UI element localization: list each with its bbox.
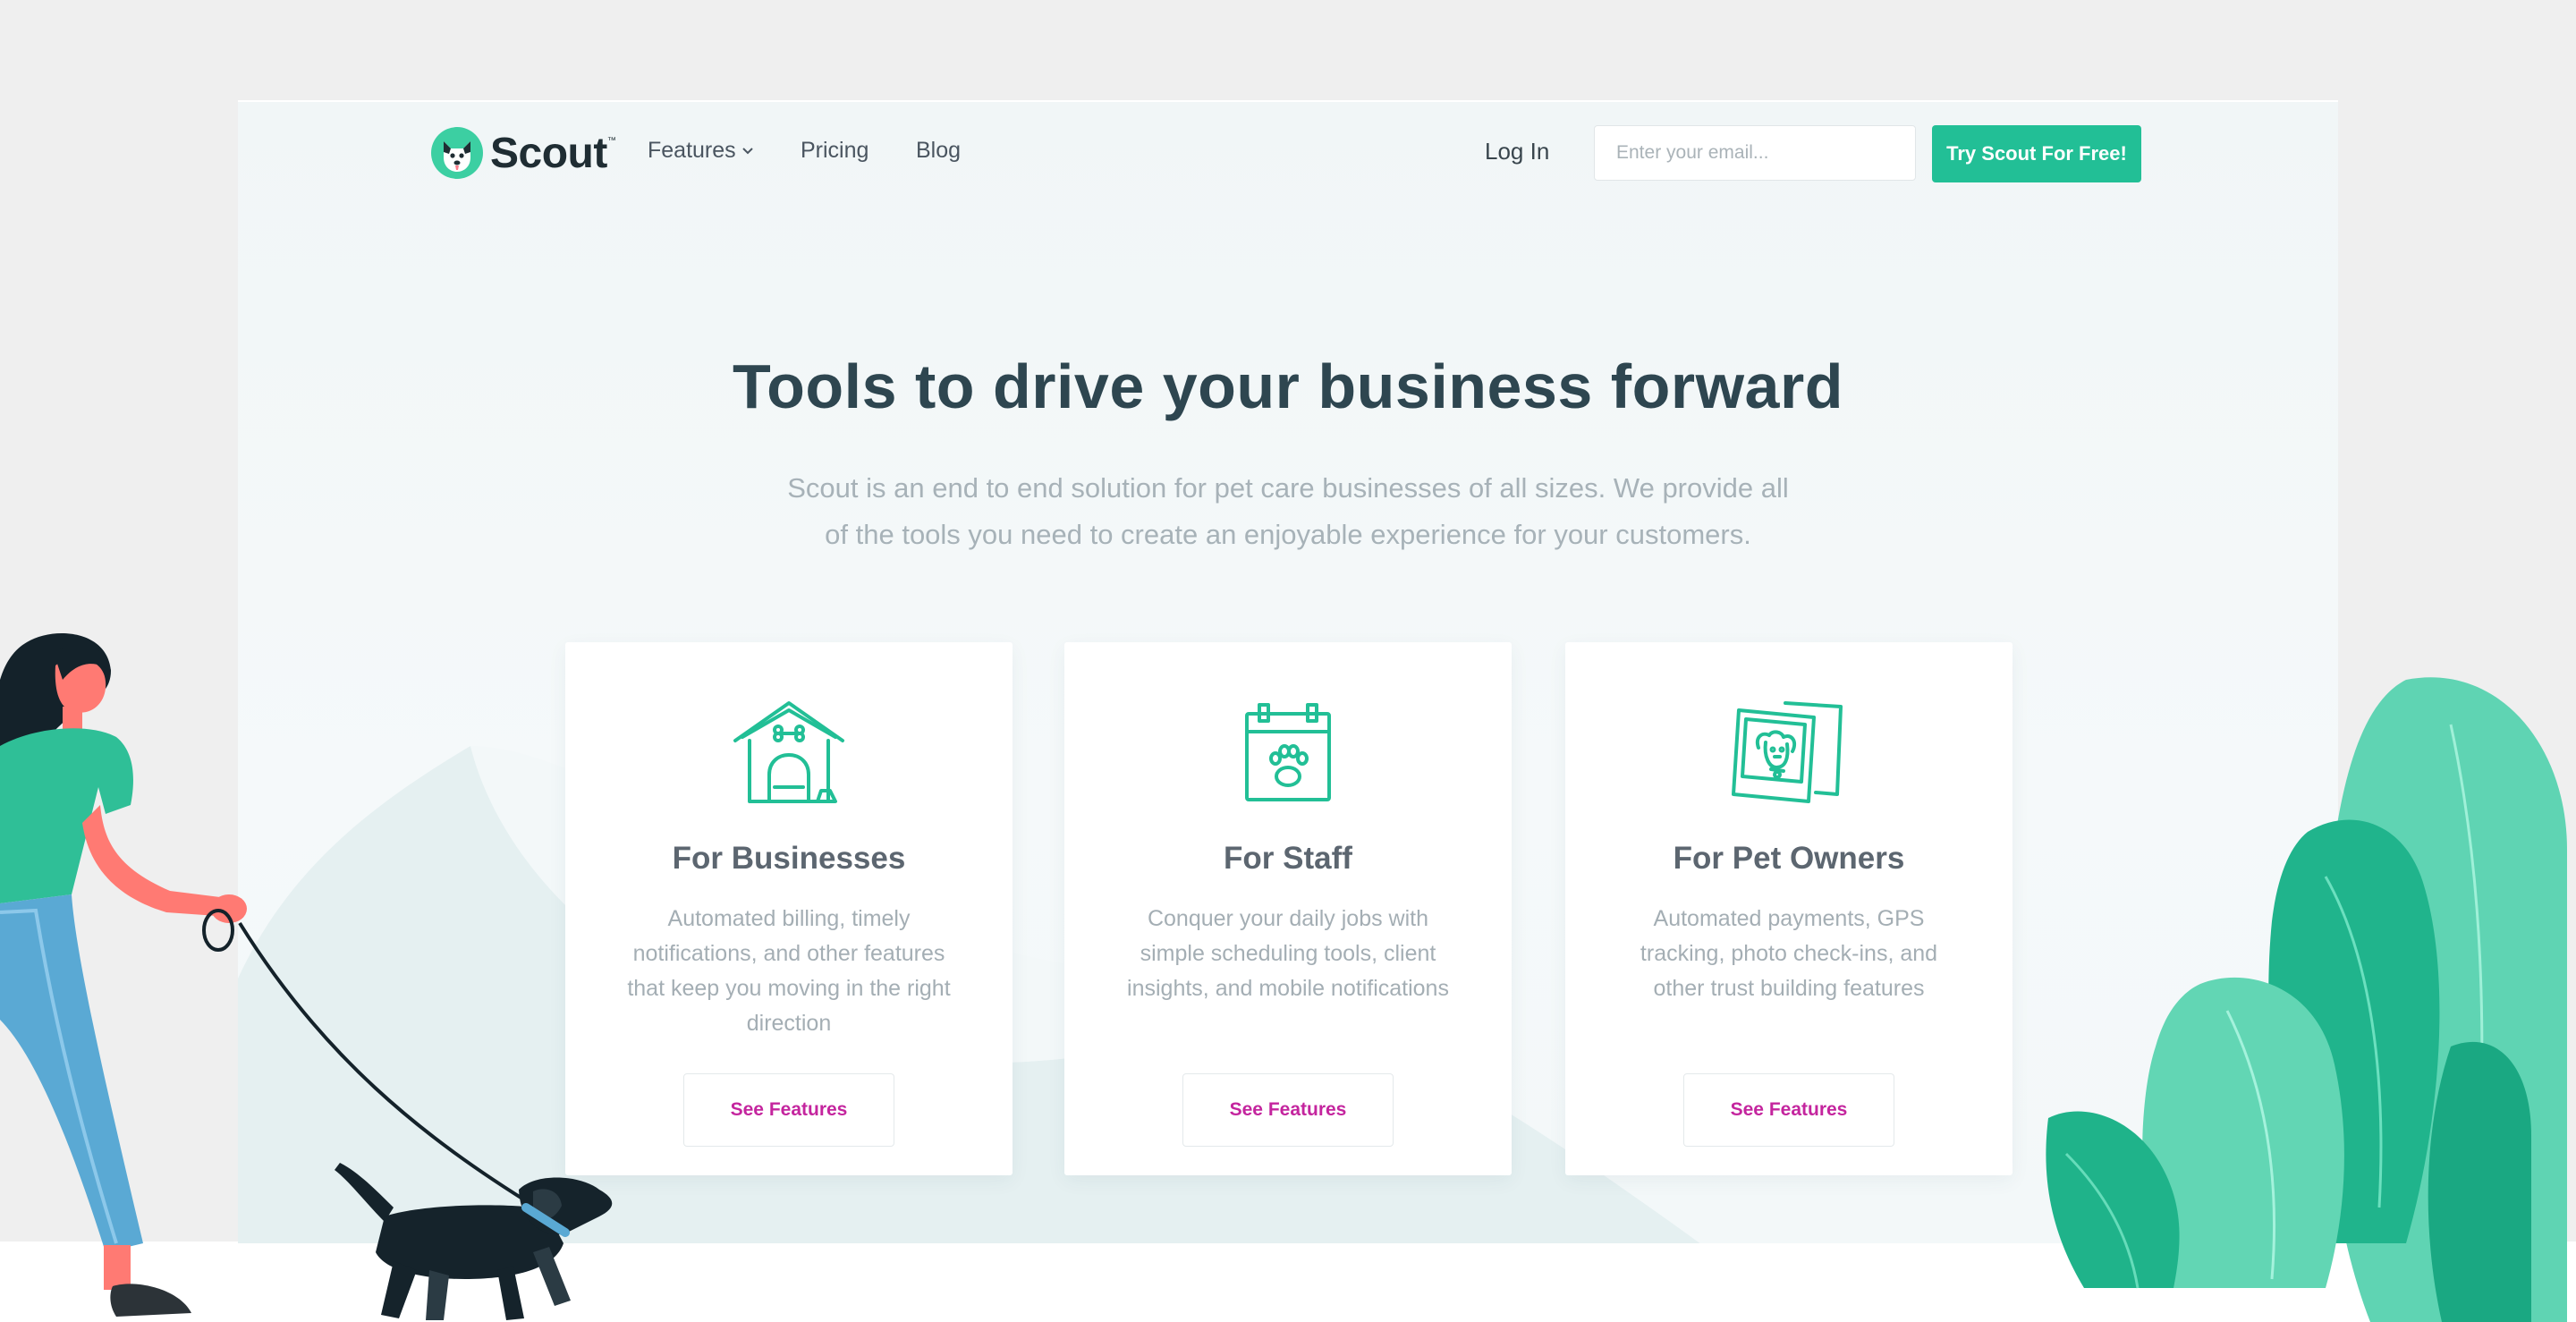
card-title: For Staff — [1224, 841, 1352, 876]
login-link[interactable]: Log In — [1485, 138, 1549, 165]
card-description-line: Conquer your daily jobs with — [1147, 906, 1429, 931]
card-description-line: Automated payments, GPS — [1653, 906, 1925, 931]
hero-subtitle-line: Scout is an end to end solution for pet … — [787, 472, 1789, 504]
try-free-button[interactable]: Try Scout For Free! — [1932, 125, 2141, 182]
card-description-line: direction — [746, 1011, 832, 1036]
nav-features-label: Features — [648, 138, 736, 163]
calendar-paw-icon — [1245, 703, 1331, 801]
hero-subtitle-line: of the tools you need to create an enjoy… — [825, 519, 1751, 550]
nav-pricing[interactable]: Pricing — [801, 138, 869, 164]
top-navigation: Scout ™ Features Pricing Blog Log In Try… — [238, 102, 2338, 209]
card-description: Automated billing, timely notifications,… — [610, 902, 968, 1041]
card-description-line: simple scheduling tools, client — [1140, 941, 1436, 966]
card-for-pet-owners: For Pet Owners Automated payments, GPS t… — [1565, 642, 2012, 1175]
floor — [0, 1241, 2576, 1322]
card-description: Conquer your daily jobs with simple sche… — [1109, 902, 1467, 1006]
card-title: For Pet Owners — [1673, 841, 1905, 876]
landing-page: Scout ™ Features Pricing Blog Log In Try… — [238, 100, 2338, 1243]
card-description-line: notifications, and other features — [632, 941, 945, 966]
dog-logo-icon — [431, 127, 483, 179]
dog-house-icon — [733, 701, 844, 803]
card-description-line: other trust building features — [1653, 976, 1925, 1001]
hero-subtitle: Scout is an end to end solution for pet … — [751, 465, 1825, 558]
nav-features[interactable]: Features — [648, 138, 754, 164]
card-description-line: Automated billing, timely — [667, 906, 911, 931]
card-description-line: tracking, photo check-ins, and — [1640, 941, 1938, 966]
brand-name: Scout — [490, 129, 607, 177]
card-description-line: insights, and mobile notifications — [1127, 976, 1449, 1001]
nav-blog[interactable]: Blog — [916, 138, 961, 164]
see-features-staff-button[interactable]: See Features — [1182, 1073, 1394, 1147]
scout-logo[interactable]: Scout ™ — [431, 125, 616, 181]
card-for-businesses: For Businesses Automated billing, timely… — [565, 642, 1013, 1175]
trademark-mark: ™ — [606, 136, 616, 146]
see-features-pet-owners-button[interactable]: See Features — [1683, 1073, 1894, 1147]
card-for-staff: For Staff Conquer your daily jobs with s… — [1064, 642, 1512, 1175]
card-title: For Businesses — [672, 841, 906, 876]
see-features-businesses-button[interactable]: See Features — [683, 1073, 894, 1147]
woman-illustration — [0, 633, 247, 1317]
email-input[interactable] — [1594, 125, 1916, 181]
chevron-down-icon — [741, 147, 753, 154]
hero-title: Tools to drive your business forward — [733, 352, 1843, 421]
card-description: Automated payments, GPS tracking, photo … — [1610, 902, 1968, 1006]
dog-photo-icon — [1732, 701, 1843, 803]
card-description-line: that keep you moving in the right — [627, 976, 951, 1001]
